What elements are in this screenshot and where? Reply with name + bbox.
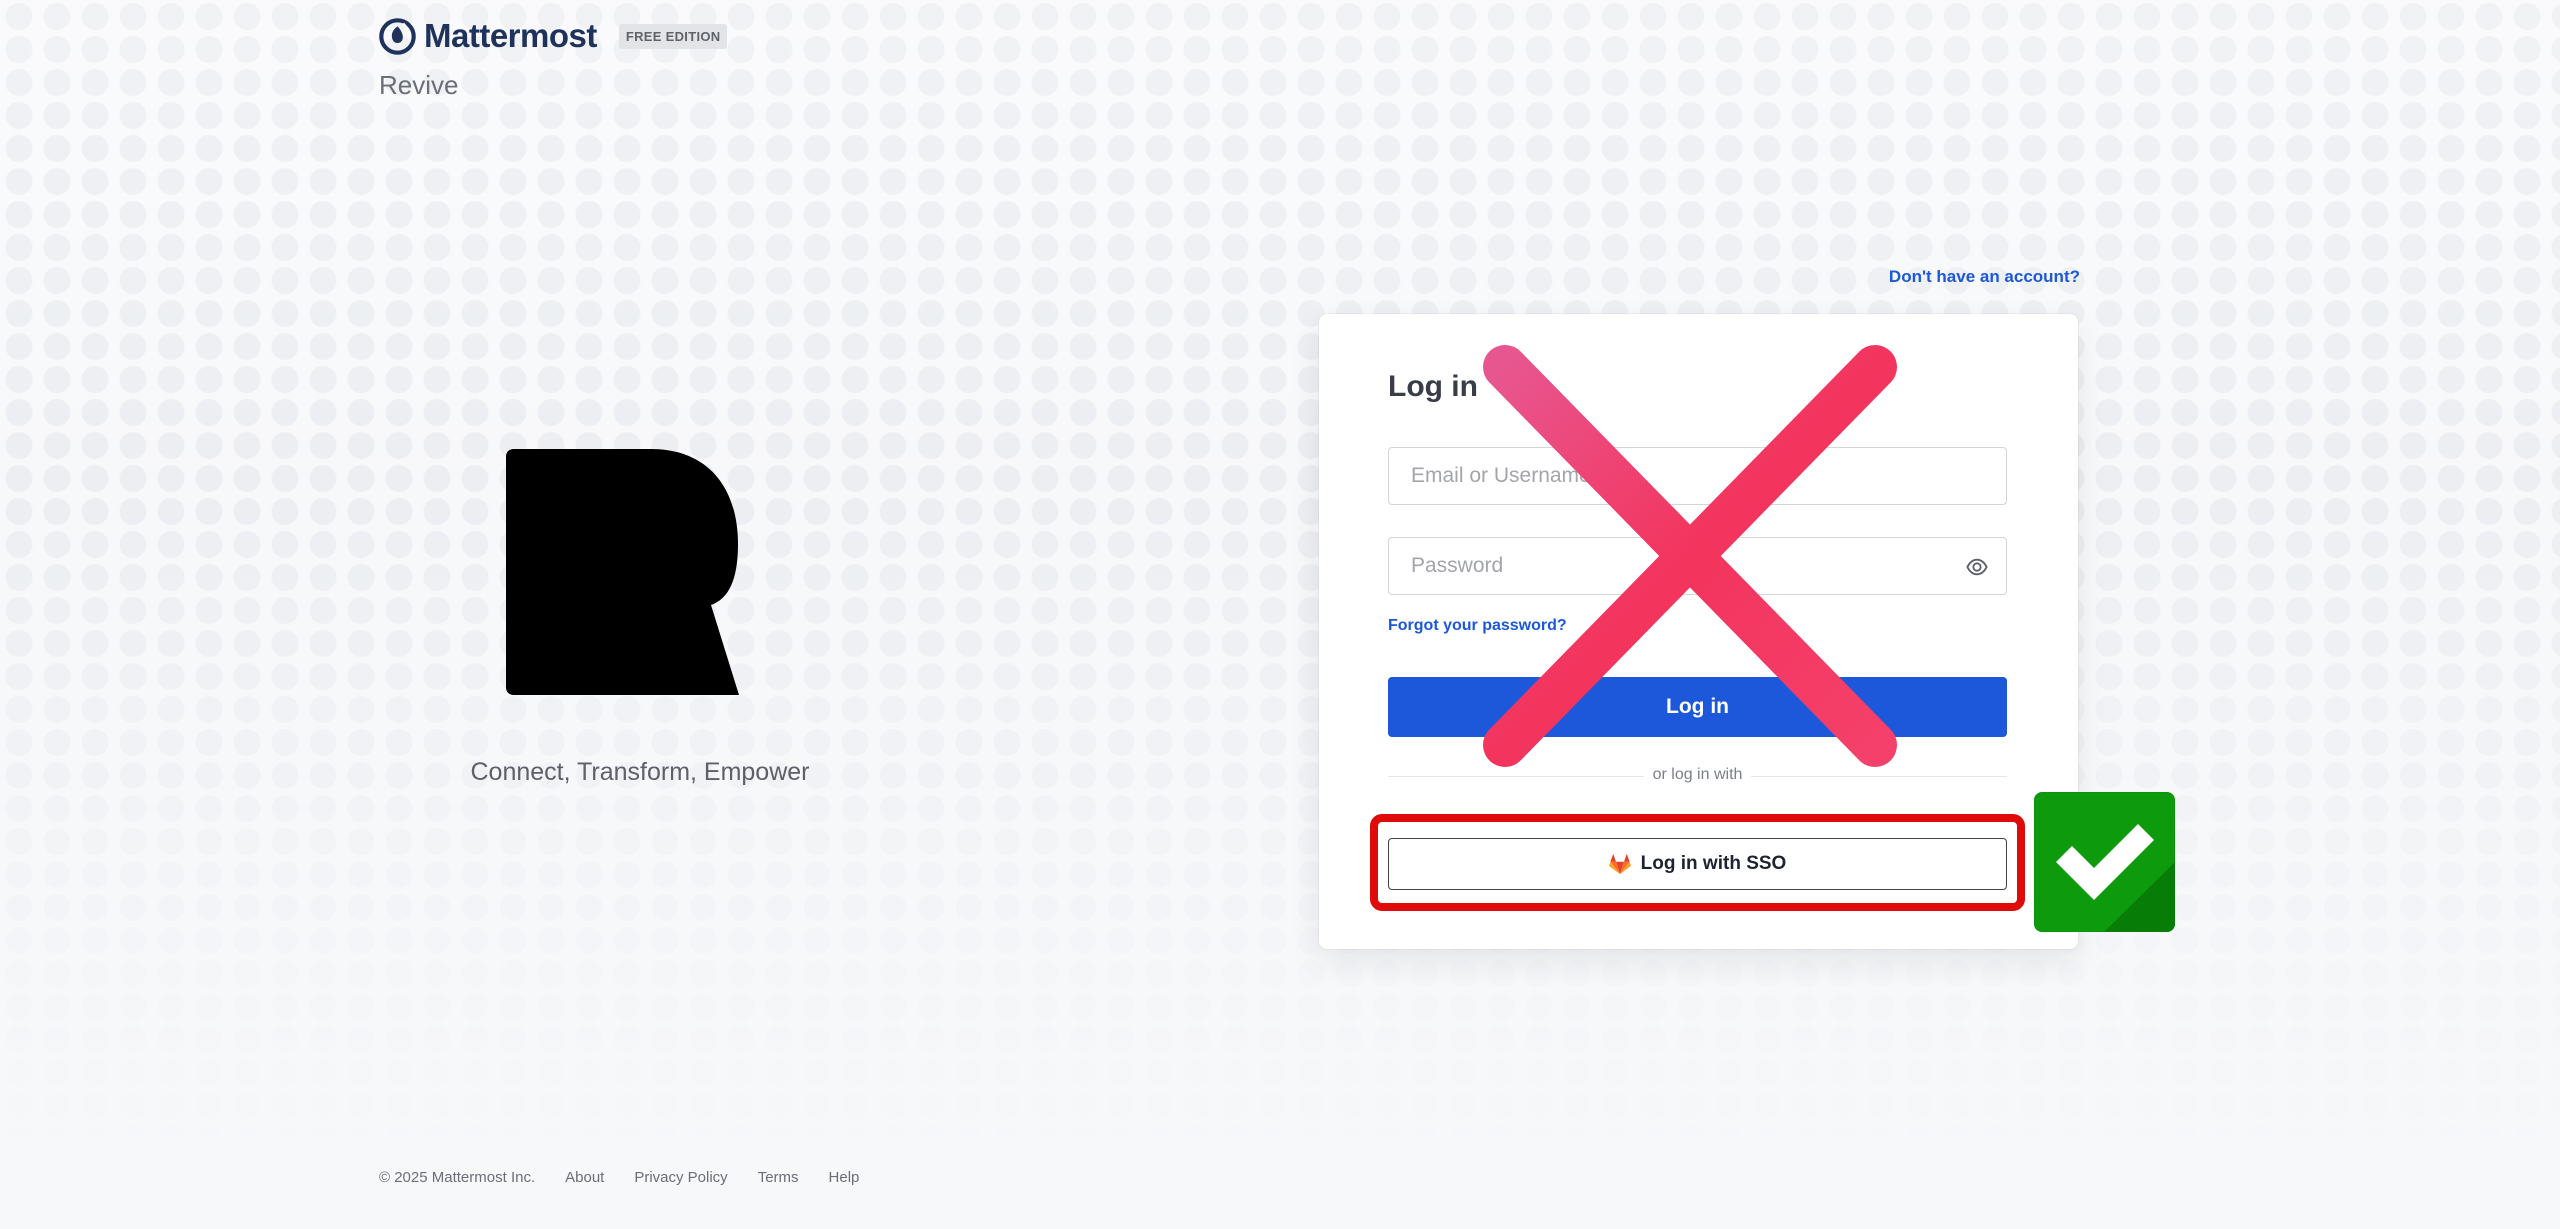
sso-button-label: Log in with SSO	[1640, 853, 1787, 874]
footer-link-privacy[interactable]: Privacy Policy	[634, 1169, 727, 1186]
eye-icon[interactable]	[1966, 556, 1988, 578]
green-checkmark-icon	[2034, 792, 2175, 932]
email-input[interactable]	[1389, 448, 2006, 504]
footer-link-terms[interactable]: Terms	[758, 1169, 799, 1186]
sso-login-button[interactable]: Log in with SSO	[1388, 838, 2007, 890]
footer-link-about[interactable]: About	[565, 1169, 604, 1186]
checkmark-glyph	[2056, 824, 2175, 932]
password-field-wrapper	[1388, 537, 2007, 595]
footer: © 2025 Mattermost Inc. About Privacy Pol…	[379, 1169, 859, 1186]
email-field-wrapper	[1388, 447, 2007, 505]
login-button[interactable]: Log in	[1388, 677, 2007, 737]
gitlab-icon	[1608, 853, 1631, 874]
edition-badge: FREE EDITION	[618, 23, 728, 49]
brand-name: Mattermost	[424, 17, 597, 54]
login-title: Log in	[1388, 370, 1478, 403]
site-name: Revive	[379, 70, 459, 100]
mattermost-logo-icon	[379, 17, 416, 55]
custom-r-logo	[506, 449, 739, 695]
background-pattern	[0, 0, 2560, 1229]
login-card: Log in Forgot your password? Log in or l…	[1319, 314, 2078, 949]
footer-copyright: © 2025 Mattermost Inc.	[379, 1169, 536, 1186]
forgot-password-link[interactable]: Forgot your password?	[1388, 617, 1567, 635]
signup-link[interactable]: Don't have an account?	[1889, 267, 2080, 287]
divider: or log in with	[1388, 766, 2007, 784]
tagline: Connect, Transform, Empower	[470, 758, 810, 786]
divider-label: or log in with	[1643, 766, 1752, 784]
password-input[interactable]	[1389, 538, 2006, 594]
brand-header: Mattermost FREE EDITION	[379, 17, 728, 55]
footer-link-help[interactable]: Help	[829, 1169, 860, 1186]
